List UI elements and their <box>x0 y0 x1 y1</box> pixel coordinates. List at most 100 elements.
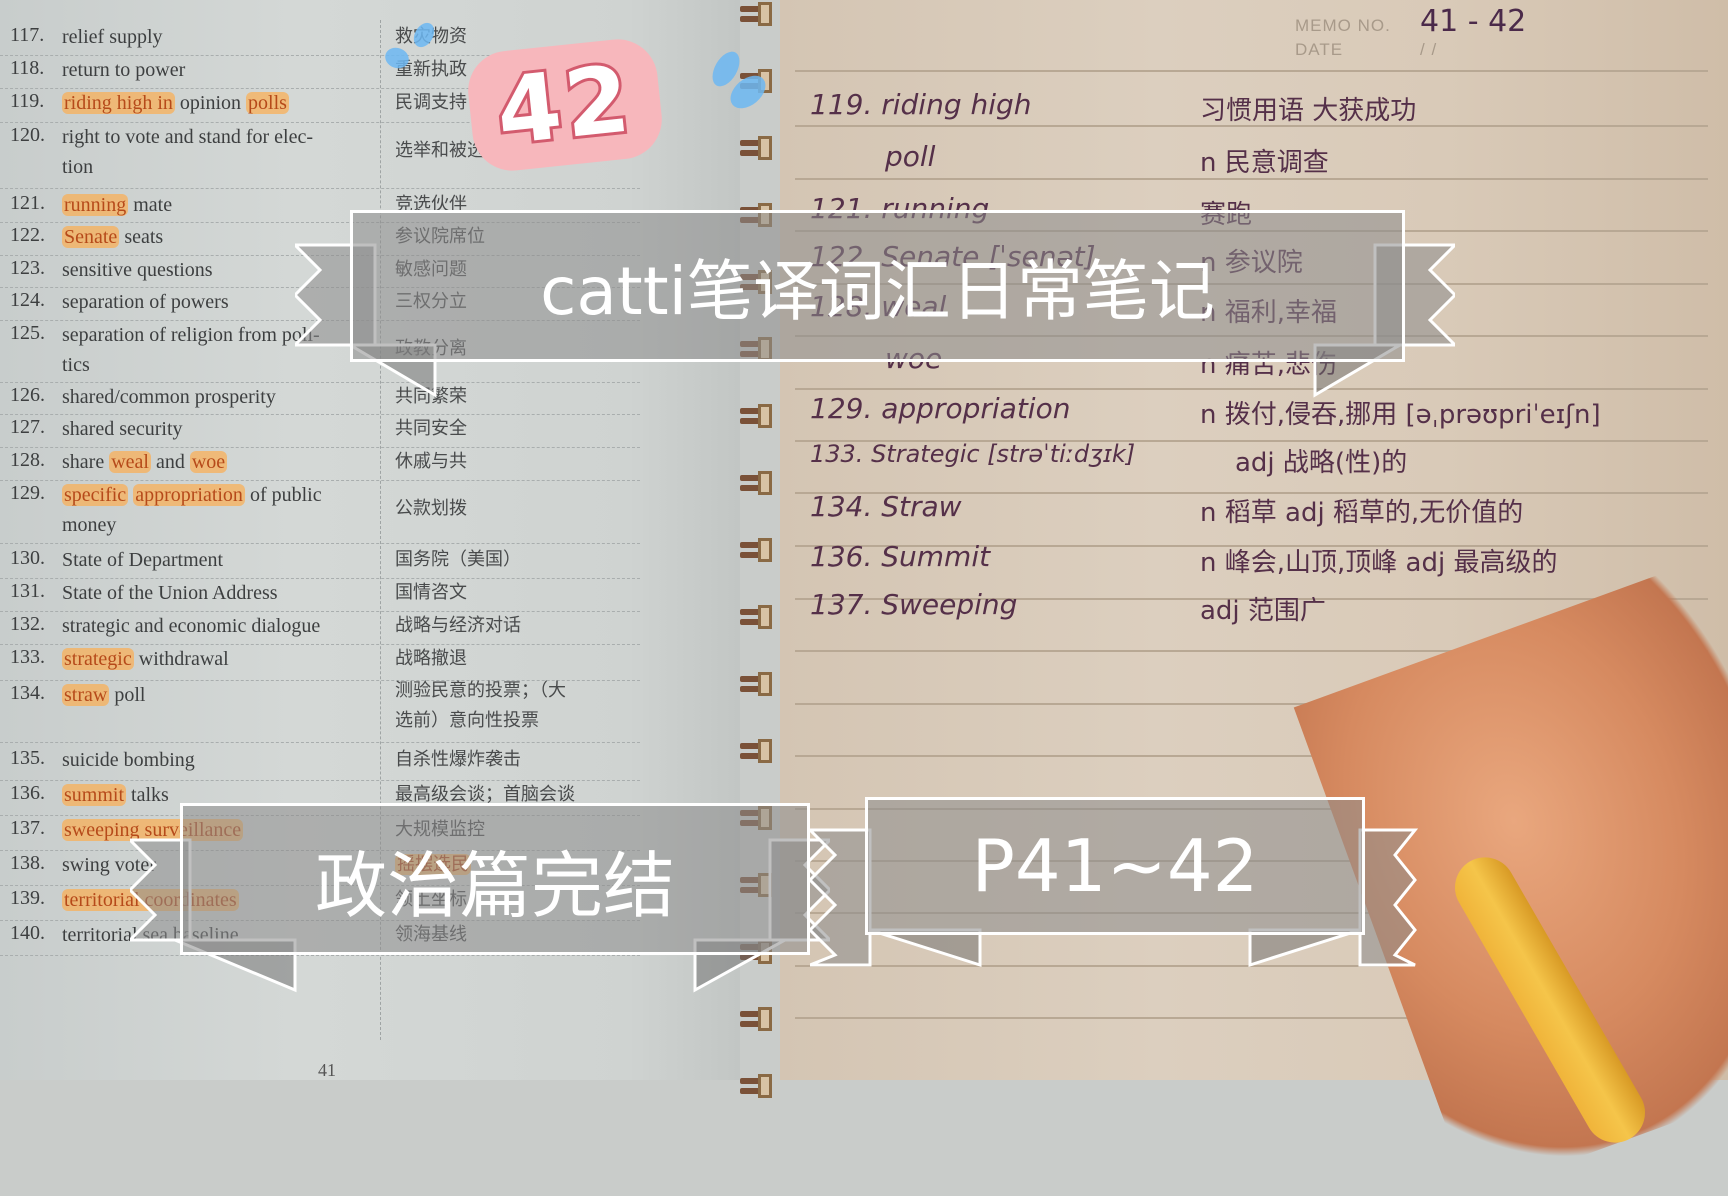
date-label: DATE <box>1295 40 1344 59</box>
entry-english: share weal and woe <box>62 451 228 473</box>
entry-english: State of Department <box>62 549 224 571</box>
entry-number: 124. <box>10 289 45 311</box>
spiral-ring <box>740 672 780 696</box>
entry-english: relief supply <box>62 26 163 48</box>
entry-number: 123. <box>10 257 45 279</box>
vocab-entry: 132. strategic and economic dialogue 战略与经济… <box>0 611 640 645</box>
spiral-ring <box>740 739 780 763</box>
entry-english: strategic withdrawal <box>62 648 229 670</box>
note-term: 136. Summit <box>810 540 991 573</box>
entry-number: 130. <box>10 547 45 569</box>
entry-number: 129. <box>10 482 45 504</box>
entry-english: shared security <box>62 418 183 440</box>
note-meaning: n 稻草 adj 稻草的,无价值的 <box>1200 498 1524 528</box>
entry-number: 125. <box>10 322 45 344</box>
note-meaning: adj 范围广 <box>1200 596 1326 626</box>
ribbon-right-fold <box>1248 928 1361 968</box>
entry-chinese: 战略撤退 <box>395 648 467 669</box>
vocab-entry: 135. suicide bombing 自杀性爆炸袭击 <box>0 745 640 781</box>
entry-chinese: 共同安全 <box>395 418 467 439</box>
page-sticker: 42 <box>464 35 666 175</box>
note-term: 134. Straw <box>810 490 962 523</box>
entry-english: State of the Union Address <box>62 582 278 604</box>
entry-chinese: 国务院（美国） <box>395 549 521 570</box>
spiral-ring <box>740 1074 780 1098</box>
entry-english: shared/common prosperity <box>62 386 276 408</box>
entry-chinese: 测验民意的投票；（大 选前）意向性投票 <box>395 680 566 731</box>
entry-number: 139. <box>10 887 45 909</box>
entry-number: 135. <box>10 747 45 769</box>
vocab-entry: 134. straw poll 测验民意的投票；（大 选前）意向性投票 <box>0 680 640 743</box>
note-meaning: 习惯用语 大获成功 <box>1200 96 1417 126</box>
entry-english: riding high in opinion polls <box>62 92 289 114</box>
entry-english: straw poll <box>62 684 146 706</box>
entry-english: running mate <box>62 194 173 216</box>
entry-english: Senate seats <box>62 226 164 248</box>
note-meaning: n 民意调查 <box>1200 148 1329 178</box>
entry-chinese: 公款划拨 <box>395 498 467 519</box>
entry-number: 126. <box>10 384 45 406</box>
entry-number: 137. <box>10 817 45 839</box>
date-value: / / <box>1420 40 1438 59</box>
entry-english: specific appropriation of public money <box>62 484 322 536</box>
ribbon-left-fold <box>869 928 982 968</box>
title-banner: catti笔译词汇日常笔记 <box>350 210 1405 362</box>
memo-value: 41 - 42 <box>1420 4 1527 39</box>
pages-banner: P41~42 <box>865 797 1365 935</box>
entry-english: strategic and economic dialogue <box>62 615 321 637</box>
entry-chinese: 国情咨文 <box>395 582 467 603</box>
ruled-line <box>795 70 1708 72</box>
entry-chinese: 民调支持 <box>395 92 467 113</box>
entry-number: 138. <box>10 852 45 874</box>
entry-number: 122. <box>10 224 45 246</box>
vocab-entry: 127. shared security 共同安全 <box>0 414 640 448</box>
entry-chinese: 自杀性爆炸袭击 <box>395 749 521 770</box>
entry-english: suicide bombing <box>62 749 195 771</box>
memo-label: MEMO NO. <box>1295 16 1391 35</box>
entry-number: 121. <box>10 192 45 214</box>
spiral-ring <box>740 538 780 562</box>
section-banner: 政治篇完结 <box>180 803 810 955</box>
entry-number: 134. <box>10 682 45 704</box>
title-text: catti笔译词汇日常笔记 <box>540 253 1215 330</box>
note-term: 119. riding high <box>810 88 1032 121</box>
entry-english: sensitive questions <box>62 259 213 281</box>
entry-english: return to power <box>62 59 186 81</box>
note-meaning: adj 战略(性)的 <box>1235 448 1408 478</box>
entry-number: 119. <box>10 90 45 112</box>
spiral-ring <box>740 471 780 495</box>
spiral-ring <box>740 404 780 428</box>
entry-number: 118. <box>10 57 45 79</box>
pages-text: P41~42 <box>971 824 1259 908</box>
spiral-ring <box>740 1007 780 1031</box>
vocab-entry: 130. State of Department 国务院（美国） <box>0 545 640 579</box>
entry-english: separation of religion from poli-tics <box>62 324 320 376</box>
vocab-entry: 131. State of the Union Address 国情咨文 <box>0 578 640 612</box>
entry-number: 131. <box>10 580 45 602</box>
entry-chinese: 休戚与共 <box>395 451 467 472</box>
entry-english: right to vote and stand for elec-tion <box>62 126 314 178</box>
entry-chinese: 战略与经济对话 <box>395 615 521 636</box>
note-meaning: n 峰会,山顶,顶峰 adj 最高级的 <box>1200 548 1558 578</box>
entry-english: separation of powers <box>62 291 229 313</box>
entry-number: 128. <box>10 449 45 471</box>
entry-number: 133. <box>10 646 45 668</box>
page-number: 41 <box>318 1060 336 1080</box>
section-text: 政治篇完结 <box>314 843 675 928</box>
vocab-entry: 129. specific appropriation of public mone… <box>0 480 640 544</box>
vocab-entry: 128. share weal and woe 休戚与共 <box>0 447 640 481</box>
ribbon-left-tail <box>810 828 872 967</box>
entry-number: 127. <box>10 416 45 438</box>
entry-number: 132. <box>10 613 45 635</box>
entry-number: 136. <box>10 782 45 804</box>
note-term: 137. Sweeping <box>810 588 1018 621</box>
spiral-ring <box>740 136 780 160</box>
sticker-number: 42 <box>489 42 641 169</box>
spiral-ring <box>740 2 780 26</box>
note-term: 133. Strategic [strəˈtiːdʒɪk] <box>810 440 1136 468</box>
entry-number: 120. <box>10 124 45 146</box>
entry-number: 117. <box>10 24 45 46</box>
ribbon-right-tail <box>1358 828 1419 967</box>
entry-number: 140. <box>10 922 45 944</box>
spiral-ring <box>740 605 780 629</box>
